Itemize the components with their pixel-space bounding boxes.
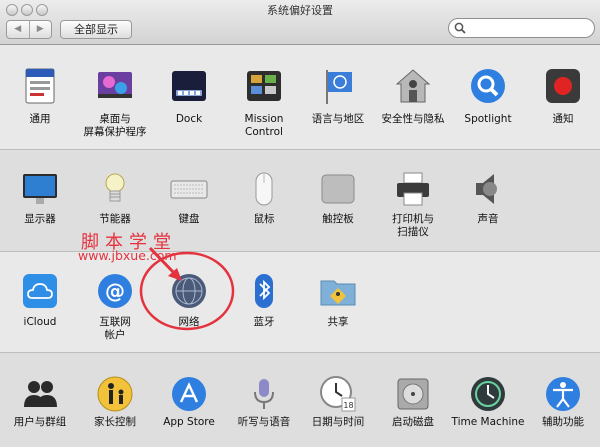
pref-pane-printers-scanners[interactable]: 打印机与 扫描仪: [373, 169, 453, 239]
users-icon: [24, 381, 57, 407]
pref-pane-dock[interactable]: Dock: [149, 66, 229, 126]
pref-pane-dictation-speech[interactable]: 听写与语音: [224, 374, 304, 429]
pref-pane-label: 启动磁盘: [392, 416, 434, 428]
desktop-icon: [98, 72, 132, 98]
nav-buttons: ◀ ▶: [6, 20, 52, 39]
dock-icon: [172, 71, 206, 101]
show-all-button[interactable]: 全部显示: [60, 20, 132, 39]
pref-pane-label: App Store: [163, 416, 215, 428]
printer-icon: [397, 172, 429, 206]
pref-pane-label: 显示器: [24, 213, 56, 225]
pref-pane-label: Mission Control: [244, 113, 284, 138]
pref-pane-label: 鼠标: [253, 213, 275, 225]
pref-pane-displays[interactable]: 显示器: [0, 169, 80, 226]
pref-pane-date-time[interactable]: 18 日期与时间: [298, 374, 378, 429]
pref-pane-label: 用户与群组: [13, 416, 67, 428]
search-icon: [454, 22, 466, 34]
speaker-icon: [476, 174, 497, 204]
pref-pane-keyboard[interactable]: 键盘: [149, 169, 229, 226]
pref-pane-label: Dock: [175, 113, 203, 125]
pref-pane-label: 互联网 帐户: [99, 316, 131, 341]
pref-pane-parental-controls[interactable]: 家长控制: [75, 374, 155, 429]
house-icon: [395, 69, 431, 103]
spotlight-icon: [471, 69, 505, 103]
search-field[interactable]: [448, 18, 595, 38]
pref-pane-label: Spotlight: [464, 113, 512, 125]
pref-pane-label: 键盘: [178, 213, 200, 225]
pref-pane-time-machine[interactable]: Time Machine: [448, 374, 528, 429]
watermark-url: www.jbxue.com: [78, 248, 177, 263]
pref-pane-bluetooth[interactable]: 蓝牙: [224, 271, 304, 329]
pref-pane-label: 听写与语音: [237, 416, 291, 428]
pref-pane-users-groups[interactable]: 用户与群组: [0, 374, 80, 429]
pref-pane-label: 触控板: [322, 213, 354, 225]
pref-pane-mouse[interactable]: 鼠标: [224, 169, 304, 226]
time-machine-icon: [471, 377, 505, 411]
pref-pane-sharing[interactable]: 共享: [298, 271, 378, 329]
pref-pane-desktop-screensaver[interactable]: 桌面与 屏幕保护程序: [75, 66, 155, 139]
display-icon: [23, 174, 57, 204]
flag-icon: [326, 70, 352, 104]
parental-icon: [97, 376, 133, 412]
pref-pane-spotlight[interactable]: Spotlight: [448, 66, 528, 126]
pref-pane-language-region[interactable]: 语言与地区: [298, 66, 378, 126]
svg-text:18: 18: [343, 401, 353, 410]
trackpad-icon: [321, 174, 355, 204]
mouse-icon: [255, 172, 273, 206]
pref-pane-label: 共享: [327, 316, 349, 328]
pref-pane-label: Time Machine: [451, 416, 525, 428]
pref-pane-label: 声音: [477, 213, 499, 225]
pref-pane-startup-disk[interactable]: 启动磁盘: [373, 374, 453, 429]
pref-pane-sound[interactable]: 声音: [448, 169, 528, 226]
pref-pane-label: 语言与地区: [311, 113, 365, 125]
at-icon: @: [98, 274, 132, 308]
bulb-icon: [105, 173, 125, 202]
accessibility-icon: [546, 377, 580, 411]
pref-pane-accessibility[interactable]: 辅助功能: [523, 374, 600, 429]
pref-pane-mission-control[interactable]: Mission Control: [224, 66, 304, 139]
pref-pane-label: 桌面与 屏幕保护程序: [83, 113, 147, 138]
pref-pane-label: 网络: [178, 316, 200, 328]
pref-pane-trackpad[interactable]: 触控板: [298, 169, 378, 226]
pref-pane-icloud[interactable]: iCloud: [0, 271, 80, 329]
title-bar: 系统偏好设置 ◀ ▶ 全部显示: [0, 0, 600, 45]
window-title: 系统偏好设置: [267, 4, 333, 17]
bluetooth-icon: [255, 274, 273, 308]
mission-control-icon: [247, 71, 281, 101]
pref-pane-energy-saver[interactable]: 节能器: [75, 169, 155, 226]
clock-icon: 18: [320, 376, 356, 412]
pref-pane-notifications[interactable]: 通知: [523, 66, 600, 126]
pref-pane-label: 辅助功能: [542, 416, 584, 428]
network-globe-icon: [172, 274, 206, 308]
pref-pane-label: 日期与时间: [311, 416, 365, 428]
forward-button[interactable]: ▶: [30, 21, 52, 38]
appstore-icon: [172, 377, 206, 411]
icloud-icon: [23, 274, 57, 308]
keyboard-icon: [170, 180, 208, 199]
pref-pane-label: 家长控制: [94, 416, 136, 428]
pref-pane-internet-accounts[interactable]: @ 互联网 帐户: [75, 271, 155, 342]
pref-pane-label: 安全性与隐私: [381, 113, 445, 125]
pref-pane-label: 节能器: [99, 213, 131, 225]
pref-pane-security-privacy[interactable]: 安全性与隐私: [373, 66, 453, 126]
pref-pane-label: 打印机与 扫描仪: [392, 213, 434, 238]
pref-pane-label: 蓝牙: [253, 316, 275, 328]
back-button[interactable]: ◀: [7, 21, 30, 38]
microphone-icon: [254, 379, 274, 409]
pref-pane-general[interactable]: 通用: [0, 66, 80, 126]
pref-pane-label: 通用: [29, 113, 51, 125]
pref-pane-label: 通知: [552, 113, 574, 125]
pref-pane-network[interactable]: 网络: [149, 271, 229, 329]
general-icon: [25, 68, 55, 104]
sharing-folder-icon: [320, 280, 356, 306]
disk-icon: [397, 378, 429, 410]
svg-text:@: @: [105, 279, 125, 303]
pref-pane-label: iCloud: [23, 316, 57, 328]
notifications-icon: [546, 69, 580, 103]
pref-pane-app-store[interactable]: App Store: [149, 374, 229, 429]
